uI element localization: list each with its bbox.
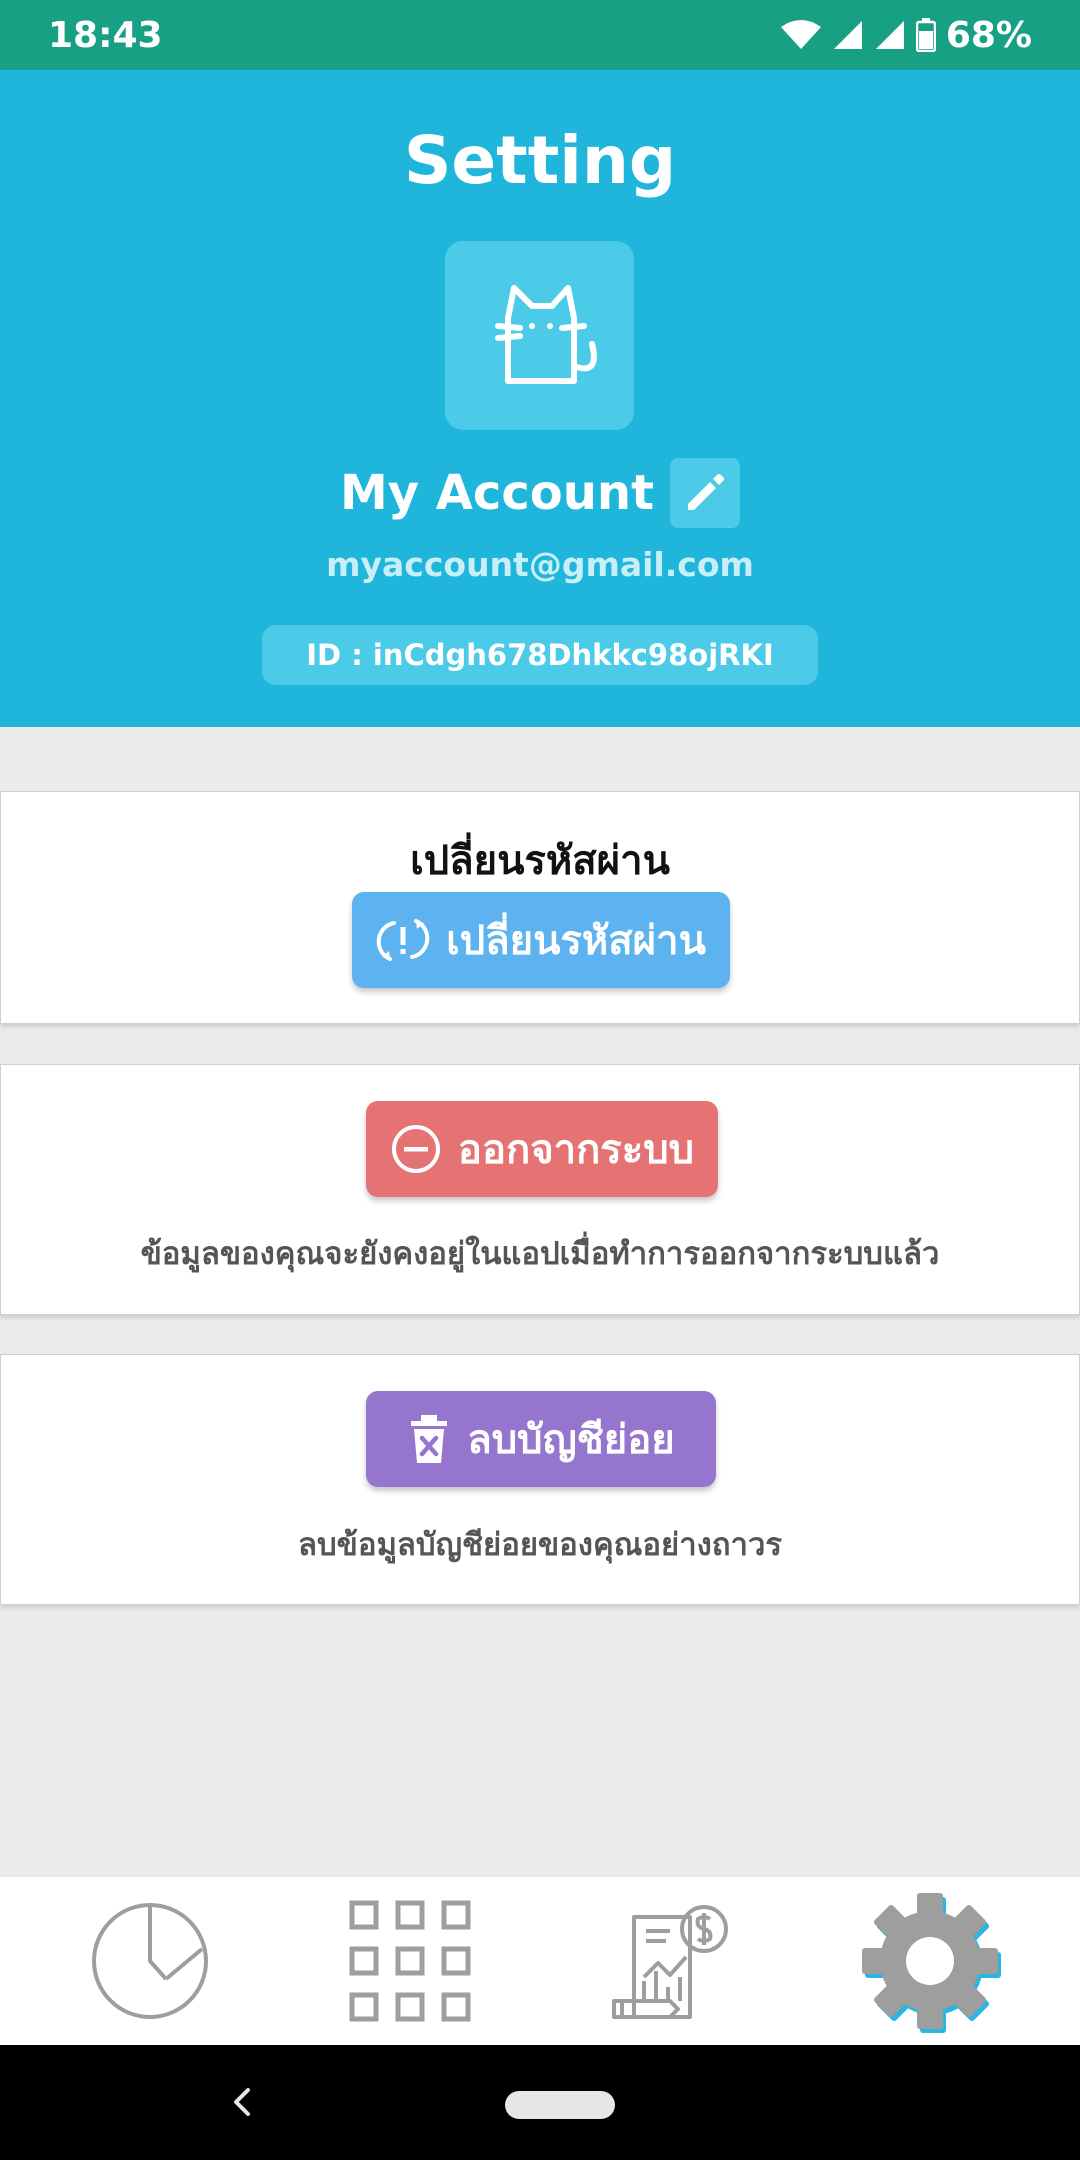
nav-item-report[interactable] [585, 1877, 755, 2045]
avatar[interactable] [445, 241, 634, 430]
change-password-label: เปลี่ยนรหัสผ่าน [446, 918, 706, 964]
system-home-button[interactable] [505, 2091, 615, 2119]
edit-name-button[interactable] [670, 458, 741, 528]
logout-note: ข้อมูลของคุณจะยังคงอยู่ในแอปเมื่อทำการออ… [140, 1236, 940, 1272]
delete-sub-account-label: ลบบัญชีย่อย [467, 1417, 675, 1463]
grid-icon [349, 1900, 471, 2022]
signal-icon [833, 21, 862, 49]
pie-chart-icon [92, 1903, 208, 2019]
account-email: myaccount@gmail.com [326, 545, 754, 584]
system-back-button[interactable] [222, 2077, 262, 2127]
bottom-navigation [0, 1877, 1080, 2045]
signal-icon [875, 21, 904, 49]
delete-sub-account-note: ลบข้อมูลบัญชีย่อยของคุณอย่างถาวร [298, 1527, 782, 1563]
account-id-badge: ID : inCdgh678Dhkkc98ojRKI [262, 625, 818, 685]
trash-icon [411, 1415, 448, 1463]
status-icons: 68% [780, 15, 1032, 56]
gear-icon [862, 1893, 1001, 2033]
cat-icon [494, 284, 597, 384]
report-icon [612, 1905, 728, 2019]
delete-sub-account-button[interactable]: ลบบัญชีย่อย [366, 1391, 716, 1487]
nav-item-categories[interactable] [325, 1877, 495, 2045]
nav-item-chart[interactable] [65, 1877, 235, 2045]
battery-icon [915, 18, 936, 52]
logout-label: ออกจากระบบ [457, 1127, 695, 1173]
logout-card: ออกจากระบบ ข้อมูลของคุณจะยังคงอยู่ในแอปเ… [0, 1064, 1080, 1315]
status-bar: 18:43 68% [0, 0, 1080, 70]
change-password-button[interactable]: เปลี่ยนรหัสผ่าน [352, 892, 730, 988]
delete-sub-account-card: ลบบัญชีย่อย ลบข้อมูลบัญชีย่อยของคุณอย่าง… [0, 1354, 1080, 1605]
profile-header: Setting My Account myaccount@gmail.com I… [0, 70, 1080, 727]
account-name: My Account [339, 465, 655, 521]
system-navigation-bar [0, 2045, 1080, 2160]
change-password-card: เปลี่ยนรหัสผ่าน เปลี่ยนรหัสผ่าน [0, 791, 1080, 1024]
battery-level: 68% [945, 14, 1032, 56]
status-time: 18:43 [48, 14, 163, 56]
account-row: My Account [0, 458, 1080, 528]
chevron-left-icon [234, 2088, 250, 2116]
minus-circle-icon [391, 1125, 440, 1173]
nav-item-settings[interactable] [845, 1877, 1015, 2045]
logout-button[interactable]: ออกจากระบบ [366, 1101, 718, 1197]
refresh-alert-icon [376, 919, 430, 961]
change-password-heading: เปลี่ยนรหัสผ่าน [410, 838, 670, 884]
page-title: Setting [403, 122, 677, 199]
wifi-icon [780, 20, 821, 49]
pencil-icon [688, 474, 725, 510]
